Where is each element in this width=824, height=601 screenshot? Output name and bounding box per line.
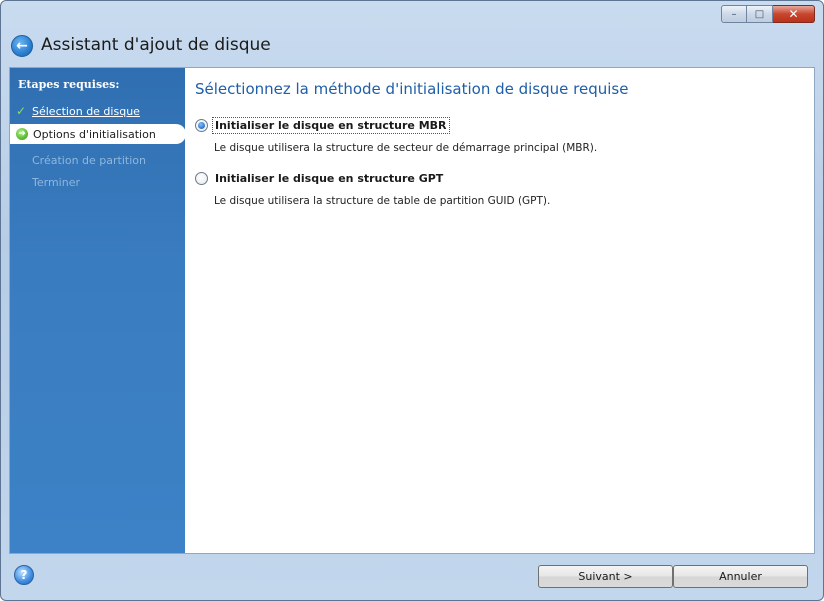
step-init-options: ➜ Options d'initialisation <box>10 124 186 144</box>
step-label: Options d'initialisation <box>33 127 156 141</box>
steps-heading: Etapes requises: <box>18 78 120 91</box>
minimize-button[interactable]: – <box>721 5 747 23</box>
gpt-radio[interactable] <box>195 172 208 185</box>
step-create-partition: Création de partition <box>10 150 185 170</box>
mbr-label[interactable]: Initialiser le disque en structure MBR <box>212 117 450 134</box>
step-label: Terminer <box>32 175 80 189</box>
step-disk-selection[interactable]: ✓ Sélection de disque <box>10 101 185 121</box>
step-label: Sélection de disque <box>32 104 140 118</box>
arrow-right-icon: ➜ <box>16 128 28 140</box>
main-panel: Sélectionnez la méthode d'initialisation… <box>195 68 810 553</box>
wizard-footer: ? Suivant > Annuler <box>1 556 823 600</box>
back-arrow-icon[interactable]: ← <box>11 35 33 57</box>
option-gpt[interactable]: Initialiser le disque en structure GPT <box>195 171 445 186</box>
caption-buttons: – □ ✕ <box>721 5 815 23</box>
step-label: Création de partition <box>32 153 146 167</box>
close-button[interactable]: ✕ <box>773 5 815 23</box>
mbr-description: Le disque utilisera la structure de sect… <box>214 142 598 154</box>
option-mbr[interactable]: Initialiser le disque en structure MBR <box>195 117 450 134</box>
check-icon: ✓ <box>15 104 27 118</box>
steps-sidebar: Etapes requises: ✓ Sélection de disque ➜… <box>10 68 186 553</box>
gpt-label[interactable]: Initialiser le disque en structure GPT <box>213 171 445 186</box>
cancel-button[interactable]: Annuler <box>673 565 808 588</box>
help-icon[interactable]: ? <box>14 565 34 585</box>
page-title: Sélectionnez la méthode d'initialisation… <box>195 80 629 98</box>
gpt-description: Le disque utilisera la structure de tabl… <box>214 195 551 207</box>
maximize-button[interactable]: □ <box>747 5 773 23</box>
mbr-radio[interactable] <box>195 119 208 132</box>
step-finish: Terminer <box>10 172 185 192</box>
wizard-content: Etapes requises: ✓ Sélection de disque ➜… <box>9 67 815 554</box>
next-button[interactable]: Suivant > <box>538 565 673 588</box>
title-bar: ← Assistant d'ajout de disque – □ ✕ <box>1 1 823 63</box>
wizard-window: ← Assistant d'ajout de disque – □ ✕ Etap… <box>0 0 824 601</box>
window-title: Assistant d'ajout de disque <box>41 35 271 55</box>
